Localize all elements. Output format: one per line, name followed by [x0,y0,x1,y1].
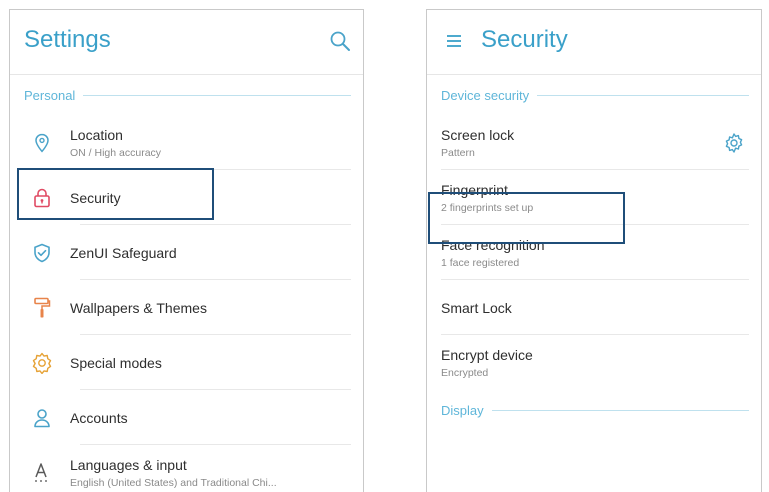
settings-app-bar: Settings [10,10,363,75]
language-icon [14,462,70,484]
item-subtitle: English (United States) and Traditional … [70,476,277,489]
item-title: Location [70,126,123,143]
section-label: Personal [24,87,84,103]
settings-item-security[interactable]: Security [10,170,363,225]
security-item-face-recognition[interactable]: Face recognition 1 face registered [427,225,761,280]
item-title: Special modes [70,354,162,371]
settings-screen: Settings Personal Location ON / High acc… [9,9,364,492]
item-title: Security [70,189,121,206]
item-title: Screen lock [441,126,515,143]
search-icon[interactable] [327,28,353,54]
section-header-display: Display [427,390,761,430]
settings-item-wallpapers-themes[interactable]: Wallpapers & Themes [10,280,363,335]
section-label: Device security [441,87,538,103]
gear-icon[interactable] [723,132,745,154]
shield-check-icon [14,243,70,263]
settings-item-languages-input[interactable]: Languages & input English (United States… [10,445,363,492]
security-item-fingerprint[interactable]: Fingerprint 2 fingerprints set up [427,170,761,225]
item-title: ZenUI Safeguard [70,244,177,261]
security-screen: Security Device security Screen lock Pat… [426,9,762,492]
section-header-personal: Personal [10,75,363,115]
item-title: Fingerprint [441,181,508,198]
section-label: Display [441,402,492,418]
item-subtitle: Pattern [441,146,475,159]
item-subtitle: ON / High accuracy [70,146,162,159]
item-title: Accounts [70,409,128,426]
settings-item-accounts[interactable]: Accounts [10,390,363,445]
item-subtitle: Encrypted [441,366,489,379]
settings-item-zenui-safeguard[interactable]: ZenUI Safeguard [10,225,363,280]
page-title: Settings [24,26,111,53]
security-item-screen-lock[interactable]: Screen lock Pattern [427,115,761,170]
hamburger-menu-icon[interactable] [441,28,467,54]
item-title: Languages & input [70,456,187,473]
security-item-encrypt-device[interactable]: Encrypt device Encrypted [427,335,761,390]
special-modes-gear-icon [14,352,70,374]
section-header-device-security: Device security [427,75,761,115]
page-title: Security [481,26,568,53]
security-item-smart-lock[interactable]: Smart Lock [427,280,761,335]
location-pin-icon [14,133,70,153]
item-title: Face recognition [441,236,545,253]
item-title: Smart Lock [441,299,512,316]
item-subtitle: 1 face registered [441,256,520,269]
settings-item-special-modes[interactable]: Special modes [10,335,363,390]
person-icon [14,408,70,428]
item-subtitle: 2 fingerprints set up [441,201,534,214]
padlock-icon [14,188,70,208]
item-title: Encrypt device [441,346,533,363]
paint-roller-icon [14,297,70,319]
security-app-bar: Security [427,10,761,75]
settings-item-location[interactable]: Location ON / High accuracy [10,115,363,170]
item-title: Wallpapers & Themes [70,299,207,316]
